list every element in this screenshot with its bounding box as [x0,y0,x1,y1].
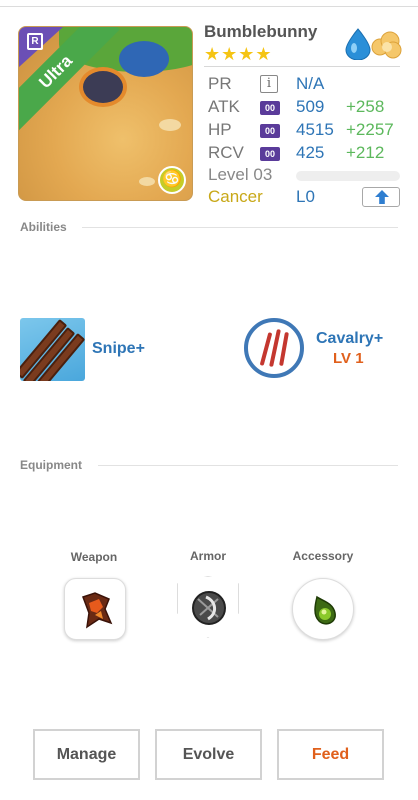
snipe-ability-icon[interactable] [20,318,85,381]
zodiac-sign-label: Cancer [208,187,263,206]
feed-button[interactable]: Feed [277,729,384,780]
stat-label: ATK [208,97,240,116]
plus-badge: 00 [260,124,280,138]
arrow-up-icon [375,190,389,204]
equipment-header: Equipment [20,458,82,472]
cloud-icon [371,31,402,59]
stat-label: HP [208,120,232,139]
weapon-gem-icon [82,592,113,629]
info-icon[interactable]: i [260,75,278,93]
stat-bonus: +212 [346,143,385,162]
weapon-slot[interactable] [64,578,126,640]
rarity-icon: R [27,33,43,50]
evolve-button[interactable]: Evolve [155,729,262,780]
stat-bonus: +2257 [346,120,394,139]
card-name: Bumblebunny [204,22,318,41]
armor-gem-icon [192,591,226,625]
equipment-divider [98,465,398,466]
stat-row-level: Level 03 [208,165,408,187]
top-divider [0,6,418,7]
stat-label: RCV [208,143,244,162]
accessory-slot[interactable] [292,578,354,640]
rock-art [139,177,155,186]
rock-art [159,119,181,131]
water-drop-icon [345,28,371,60]
accessory-label: Accessory [292,549,354,563]
level-progress-bar [296,171,400,181]
card-portrait[interactable]: Ultra R ♋ [18,26,193,201]
zodiac-icon: ♋ [158,166,186,194]
passive-ability-level: LV 1 [333,350,364,367]
level-label: Level 03 [208,165,273,184]
element-icons [344,28,404,64]
stat-value: 4515 [296,120,334,139]
armor-slot[interactable] [177,576,239,638]
cavalry-claw-icon[interactable] [244,318,304,378]
stat-value: 509 [296,97,325,116]
stat-value: N/A [296,74,325,93]
active-ability-name[interactable]: Snipe+ [92,340,145,358]
weapon-label: Weapon [70,550,118,564]
claw-mark [279,331,289,367]
star-rating: ★★★★ [204,44,273,64]
creature-art-head [119,41,169,77]
upgrade-button[interactable] [362,187,400,207]
accessory-gem-icon [314,595,336,625]
header-divider [204,66,400,67]
creature-art-body [79,67,127,107]
stat-bonus: +258 [346,97,385,116]
armor-label: Armor [189,549,226,563]
passive-ability-name[interactable]: Cavalry+ [316,330,383,348]
stat-row-sign: Cancer L0 [208,187,408,209]
stat-value: 425 [296,143,325,162]
stat-label: PR [208,74,232,93]
plus-badge: 00 [260,147,280,161]
sign-level: L0 [296,187,315,206]
abilities-divider [82,227,398,228]
plus-badge: 00 [260,101,280,115]
abilities-header: Abilities [20,220,67,234]
manage-button[interactable]: Manage [33,729,140,780]
